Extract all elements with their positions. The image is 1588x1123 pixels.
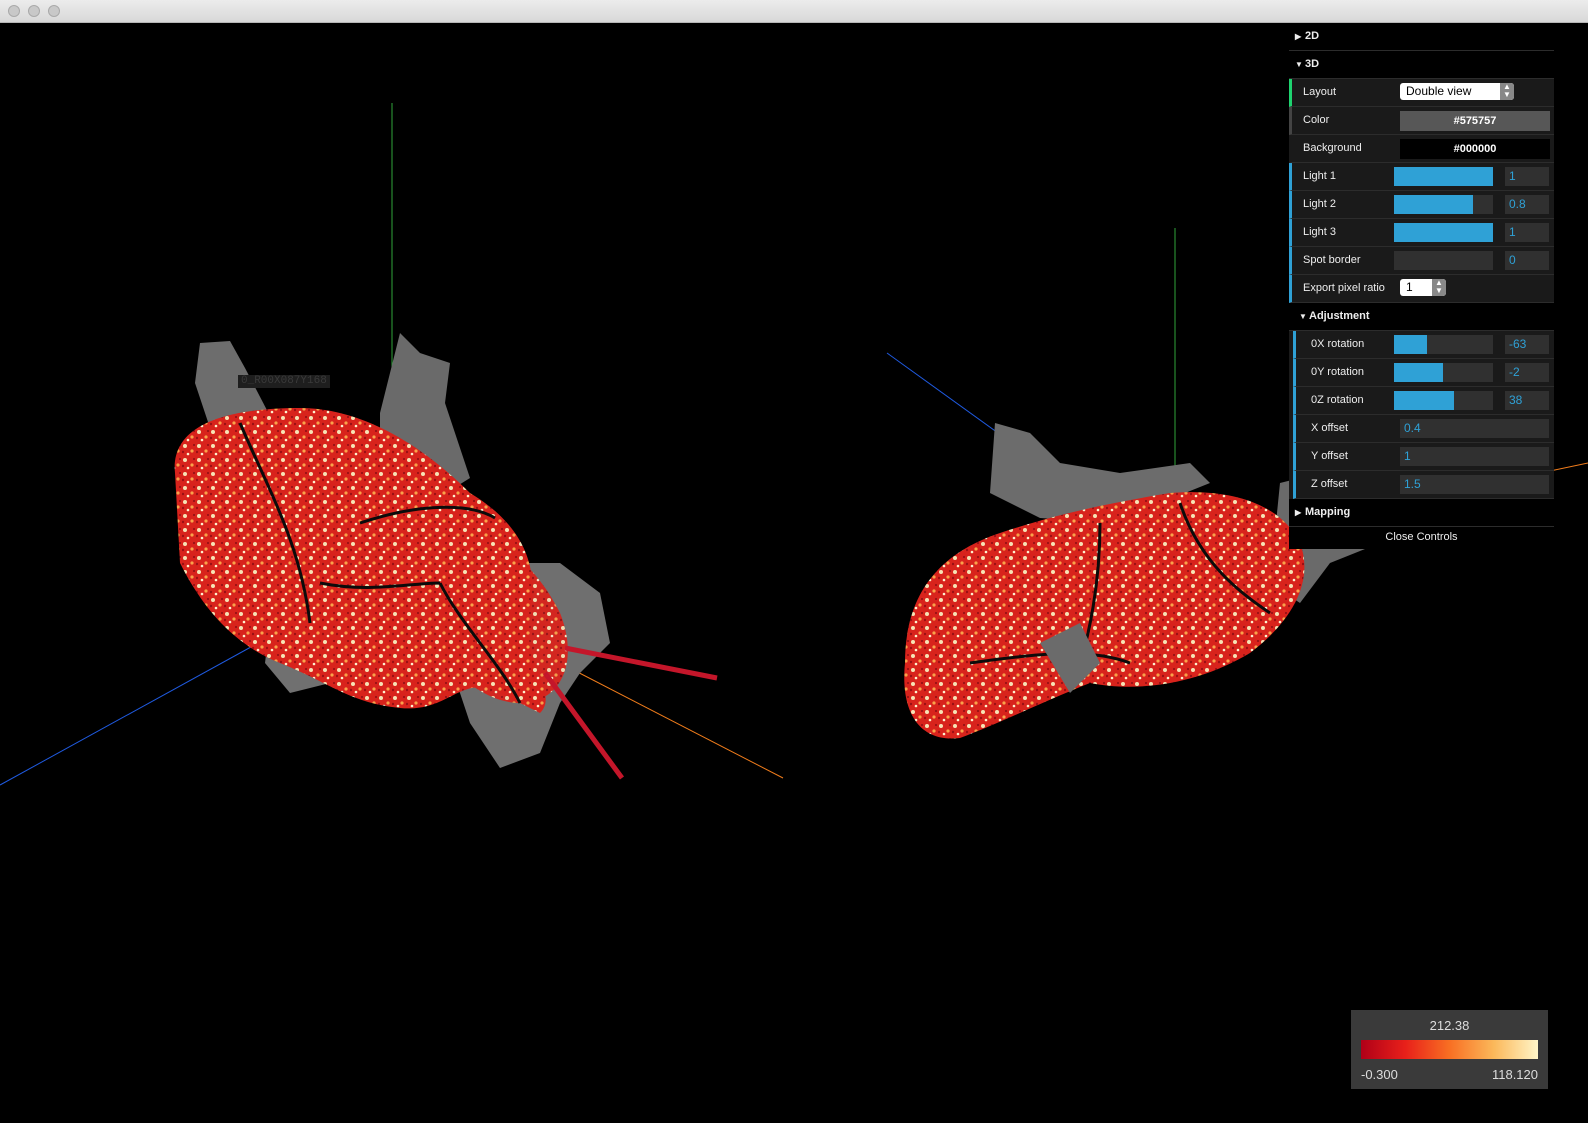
rot-x-input[interactable]: -63: [1505, 335, 1549, 354]
rot-z-slider-fill: [1394, 391, 1455, 410]
light3-slider[interactable]: [1394, 223, 1493, 242]
caret-right-icon: ▶: [1295, 32, 1302, 41]
rot-y-input[interactable]: -2: [1505, 363, 1549, 382]
colorbar-min-label: -0.300: [1361, 1067, 1398, 1082]
rot-x-row: 0X rotation -63: [1293, 331, 1554, 359]
left-x-axis: [559, 662, 784, 779]
light2-slider-fill: [1394, 195, 1474, 214]
folder-2d[interactable]: ▶ 2D: [1289, 23, 1554, 51]
select-arrows-icon: ▲ ▼: [1432, 279, 1446, 296]
rot-y-slider-fill: [1394, 363, 1443, 382]
background-label: Background: [1303, 142, 1362, 154]
caret-down-icon: ▼: [1295, 60, 1303, 69]
right-x-axis: [1549, 462, 1588, 472]
export-pixel-ratio-label: Export pixel ratio: [1303, 282, 1385, 294]
caret-right-icon: ▶: [1295, 508, 1302, 517]
light2-row: Light 2 0.8: [1289, 191, 1554, 219]
export-pixel-ratio-value: 1: [1406, 280, 1413, 294]
rot-z-row: 0Z rotation 38: [1293, 387, 1554, 415]
close-window-button[interactable]: [8, 5, 20, 17]
colorbar-mid-label: 118.120: [1491, 1067, 1538, 1082]
light3-input[interactable]: 1: [1505, 223, 1549, 242]
x-offset-row: X offset 0.4: [1293, 415, 1554, 443]
light1-input[interactable]: 1: [1505, 167, 1549, 186]
light2-slider[interactable]: [1394, 195, 1493, 214]
colorbar-max-label: 212.38: [1429, 1018, 1470, 1033]
background-picker[interactable]: #000000: [1400, 139, 1550, 159]
caret-down-icon: ▼: [1299, 312, 1307, 321]
export-pixel-ratio-select[interactable]: 1 ▲ ▼: [1400, 279, 1446, 296]
spot-border-label: Spot border: [1303, 254, 1361, 266]
z-offset-row: Z offset 1.5: [1293, 471, 1554, 499]
layout-label: Layout: [1303, 86, 1337, 98]
background-row: Background #000000: [1289, 135, 1554, 163]
window-title-bar: [0, 0, 1588, 23]
rot-z-slider[interactable]: [1394, 391, 1493, 410]
close-controls-button[interactable]: Close Controls: [1289, 527, 1554, 549]
left-mesh: [174, 333, 718, 780]
colorbar-legend: 212.38 -0.300 118.120: [1351, 1010, 1548, 1089]
z-offset-input[interactable]: 1.5: [1400, 475, 1549, 494]
y-offset-label: Y offset: [1311, 450, 1348, 462]
light1-slider[interactable]: [1394, 167, 1493, 186]
rot-z-label: 0Z rotation: [1311, 394, 1364, 406]
folder-mapping-label: Mapping: [1305, 506, 1351, 518]
folder-3d[interactable]: ▼ 3D: [1289, 51, 1554, 79]
y-offset-row: Y offset 1: [1293, 443, 1554, 471]
layout-value: Double view: [1406, 84, 1472, 98]
rot-y-row: 0Y rotation -2: [1293, 359, 1554, 387]
colorbar-gradient: [1361, 1040, 1538, 1059]
rot-z-input[interactable]: 38: [1505, 391, 1549, 410]
layout-select[interactable]: Double view ▲ ▼: [1400, 83, 1514, 100]
rot-x-label: 0X rotation: [1311, 338, 1365, 350]
layout-row: Layout Double view ▲ ▼: [1289, 79, 1554, 107]
light1-slider-fill: [1394, 167, 1493, 186]
color-label: Color: [1303, 114, 1330, 126]
x-offset-input[interactable]: 0.4: [1400, 419, 1549, 438]
light2-input[interactable]: 0.8: [1505, 195, 1549, 214]
rot-y-label: 0Y rotation: [1311, 366, 1365, 378]
folder-3d-label: 3D: [1305, 58, 1320, 70]
folder-2d-label: 2D: [1305, 30, 1320, 42]
rot-x-slider-fill: [1394, 335, 1427, 354]
light2-label: Light 2: [1303, 198, 1337, 210]
export-pixel-ratio-row: Export pixel ratio 1 ▲ ▼: [1289, 275, 1554, 303]
folder-mapping[interactable]: ▶ Mapping: [1289, 499, 1554, 527]
rot-y-slider[interactable]: [1394, 363, 1493, 382]
mesh-id-label: 0_R00X087Y168: [238, 375, 330, 388]
minimize-window-button[interactable]: [28, 5, 40, 17]
folder-adjustment-label: Adjustment: [1309, 310, 1370, 322]
controls-panel: ▶ 2D ▼ 3D Layout Double view ▲ ▼ Color #5…: [1289, 23, 1554, 549]
rot-x-slider[interactable]: [1394, 335, 1493, 354]
folder-adjustment[interactable]: ▼ Adjustment: [1289, 303, 1554, 331]
y-offset-input[interactable]: 1: [1400, 447, 1549, 466]
spot-border-row: Spot border 0: [1289, 247, 1554, 275]
color-picker[interactable]: #575757: [1400, 111, 1550, 131]
z-offset-label: Z offset: [1311, 478, 1348, 490]
light3-row: Light 3 1: [1289, 219, 1554, 247]
light1-label: Light 1: [1303, 170, 1337, 182]
light3-slider-fill: [1394, 223, 1493, 242]
select-arrows-icon: ▲ ▼: [1500, 83, 1514, 100]
color-row: Color #575757: [1289, 107, 1554, 135]
spot-border-slider[interactable]: [1394, 251, 1493, 270]
light1-row: Light 1 1: [1289, 163, 1554, 191]
spot-border-input[interactable]: 0: [1505, 251, 1549, 270]
zoom-window-button[interactable]: [48, 5, 60, 17]
light3-label: Light 3: [1303, 226, 1337, 238]
x-offset-label: X offset: [1311, 422, 1349, 434]
